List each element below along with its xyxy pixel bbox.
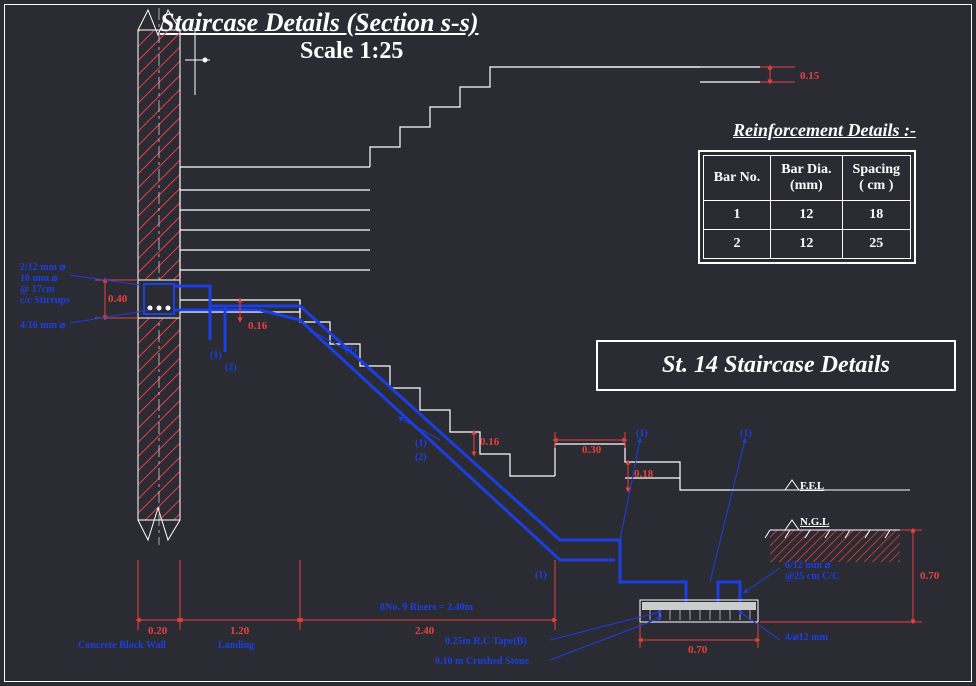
- rebar-outline: [174, 286, 740, 605]
- stirrup-note: 2/12 mm ⌀ 10 mm ⌀ @ 17cm c/c Stirrups: [20, 262, 70, 306]
- bottom-bar-note: 4/16 mm ⌀: [20, 320, 65, 331]
- rebar-mark-1b: (1): [415, 438, 427, 449]
- section-marker: [185, 28, 210, 95]
- dim-0.16-a: 0.16: [248, 320, 267, 332]
- dim-1.20: 1.20: [230, 625, 249, 637]
- riser-note: 8No. 9 Risers = 2.40m: [380, 602, 473, 613]
- rc-tape-label: 0.25m R.C Tape(B): [445, 636, 527, 647]
- dim-0.40: 0.40: [108, 293, 127, 305]
- upper-stair-outline: [180, 67, 760, 490]
- crushed-label: 0.10 m Crushed Stone: [435, 656, 529, 667]
- rebar-mark-1c: (1): [535, 570, 547, 581]
- dim-0.15: 0.15: [800, 70, 819, 82]
- landing-label: Landing: [218, 640, 254, 651]
- dim-0.70-v: 0.70: [920, 570, 939, 582]
- dim-0.70-h: 0.70: [688, 644, 707, 656]
- rebar-mark-1a: (1): [210, 350, 222, 361]
- dim-2.40: 2.40: [415, 625, 434, 637]
- ffl-label: F.F.L: [800, 480, 824, 492]
- rebar-mark-2c: (2): [415, 452, 427, 463]
- mesh-note: 6/12 mm ⌀@25 cm C/C: [785, 560, 839, 582]
- ground-hatch: [765, 530, 910, 562]
- dim-0.16-b: 0.16: [480, 436, 499, 448]
- rebar-arrows: [310, 330, 745, 582]
- dim-0.30: 0.30: [582, 444, 601, 456]
- rebar-mark-1d: (1): [636, 428, 648, 439]
- dim-0.18: 0.18: [634, 468, 653, 480]
- concrete-wall-label: Concrete Block Wall: [78, 640, 166, 651]
- rebar-mark-1e: (1): [740, 428, 752, 439]
- section-drawing: [0, 0, 976, 686]
- wall-column: [138, 8, 180, 545]
- dim-0.20: 0.20: [148, 625, 167, 637]
- ngl-label: N.G.L: [800, 516, 829, 528]
- rebar-mark-2b: (2): [345, 345, 357, 356]
- rebar-mark-2a: (2): [225, 362, 237, 373]
- tie-note: 4/⌀12 mm: [785, 632, 828, 643]
